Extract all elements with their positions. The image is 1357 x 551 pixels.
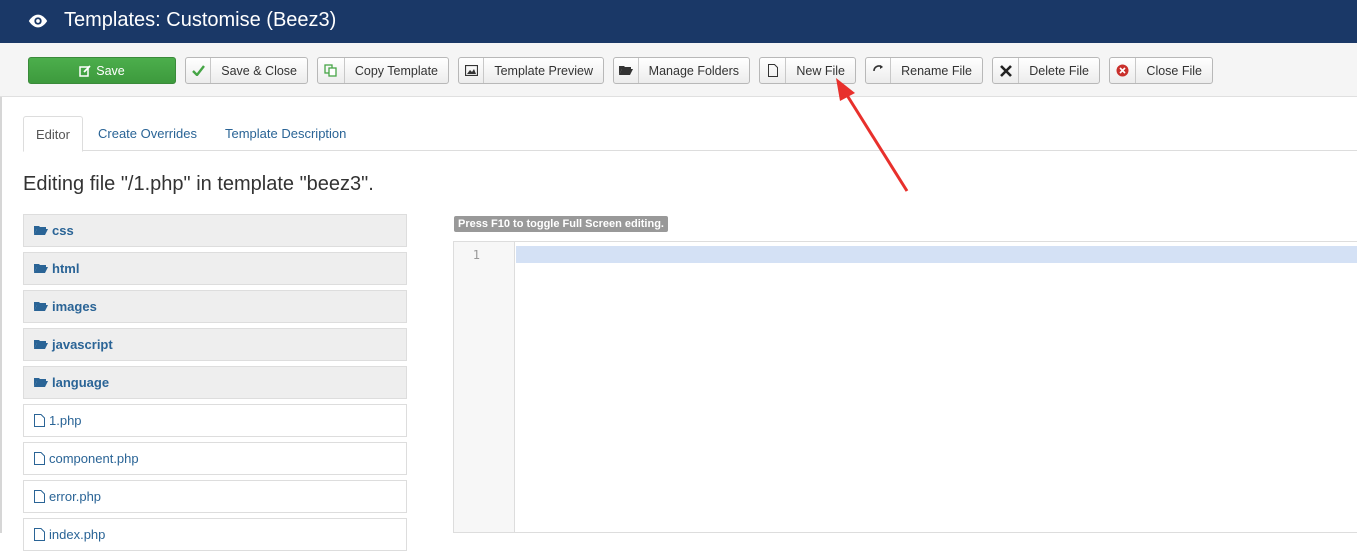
folder-open-icon xyxy=(34,339,48,350)
page-title: Templates: Customise (Beez3) xyxy=(64,9,337,31)
file-icon xyxy=(34,528,45,541)
file-1-php[interactable]: 1.php xyxy=(23,404,407,437)
template-preview-button[interactable]: Template Preview xyxy=(458,57,604,84)
file-component-php[interactable]: component.php xyxy=(23,442,407,475)
line-number: 1 xyxy=(472,248,480,262)
save-close-button[interactable]: Save & Close xyxy=(185,57,308,84)
active-line-highlight[interactable] xyxy=(516,246,1357,263)
folder-open-icon xyxy=(34,225,48,236)
file-icon xyxy=(760,58,787,83)
app-header: Templates: Customise (Beez3) xyxy=(0,0,1357,43)
delete-file-button[interactable]: Delete File xyxy=(992,57,1100,84)
folder-open-icon xyxy=(34,301,48,312)
new-file-button[interactable]: New File xyxy=(759,57,856,84)
close-x-icon xyxy=(993,58,1020,83)
eye-icon xyxy=(28,14,48,28)
folder-open-icon xyxy=(34,263,48,274)
tab-template-description[interactable]: Template Description xyxy=(225,116,346,151)
folder-open-icon xyxy=(614,58,639,83)
close-file-button[interactable]: Close File xyxy=(1109,57,1213,84)
manage-folders-button[interactable]: Manage Folders xyxy=(613,57,750,84)
save-button[interactable]: Save xyxy=(28,57,176,84)
tab-editor[interactable]: Editor xyxy=(23,116,83,152)
toolbar: Save Save & Close Copy Template Template… xyxy=(0,43,1357,97)
file-index-php[interactable]: index.php xyxy=(23,518,407,551)
line-number-gutter: 1 xyxy=(454,242,515,532)
copy-template-button[interactable]: Copy Template xyxy=(317,57,449,84)
editing-file-heading: Editing file "/1.php" in template "beez3… xyxy=(23,173,374,195)
cancel-circle-icon xyxy=(1110,58,1137,83)
folder-images[interactable]: images xyxy=(23,290,407,323)
folder-html[interactable]: html xyxy=(23,252,407,285)
file-icon xyxy=(34,414,45,427)
copy-icon xyxy=(318,58,345,83)
tab-create-overrides[interactable]: Create Overrides xyxy=(98,116,197,151)
check-icon xyxy=(186,58,212,83)
rename-file-button[interactable]: Rename File xyxy=(865,57,983,84)
code-editor[interactable]: 1 xyxy=(453,241,1357,533)
edit-icon xyxy=(79,58,96,83)
left-border xyxy=(0,43,2,533)
folder-language[interactable]: language xyxy=(23,366,407,399)
file-icon xyxy=(34,490,45,503)
file-error-php[interactable]: error.php xyxy=(23,480,407,513)
fullscreen-hint: Press F10 to toggle Full Screen editing. xyxy=(454,216,668,232)
folder-css[interactable]: css xyxy=(23,214,407,247)
tab-bar: Editor Create Overrides Template Descrip… xyxy=(23,116,1357,152)
folder-javascript[interactable]: javascript xyxy=(23,328,407,361)
refresh-icon xyxy=(866,58,892,83)
image-icon xyxy=(459,58,485,83)
file-icon xyxy=(34,452,45,465)
folder-open-icon xyxy=(34,377,48,388)
